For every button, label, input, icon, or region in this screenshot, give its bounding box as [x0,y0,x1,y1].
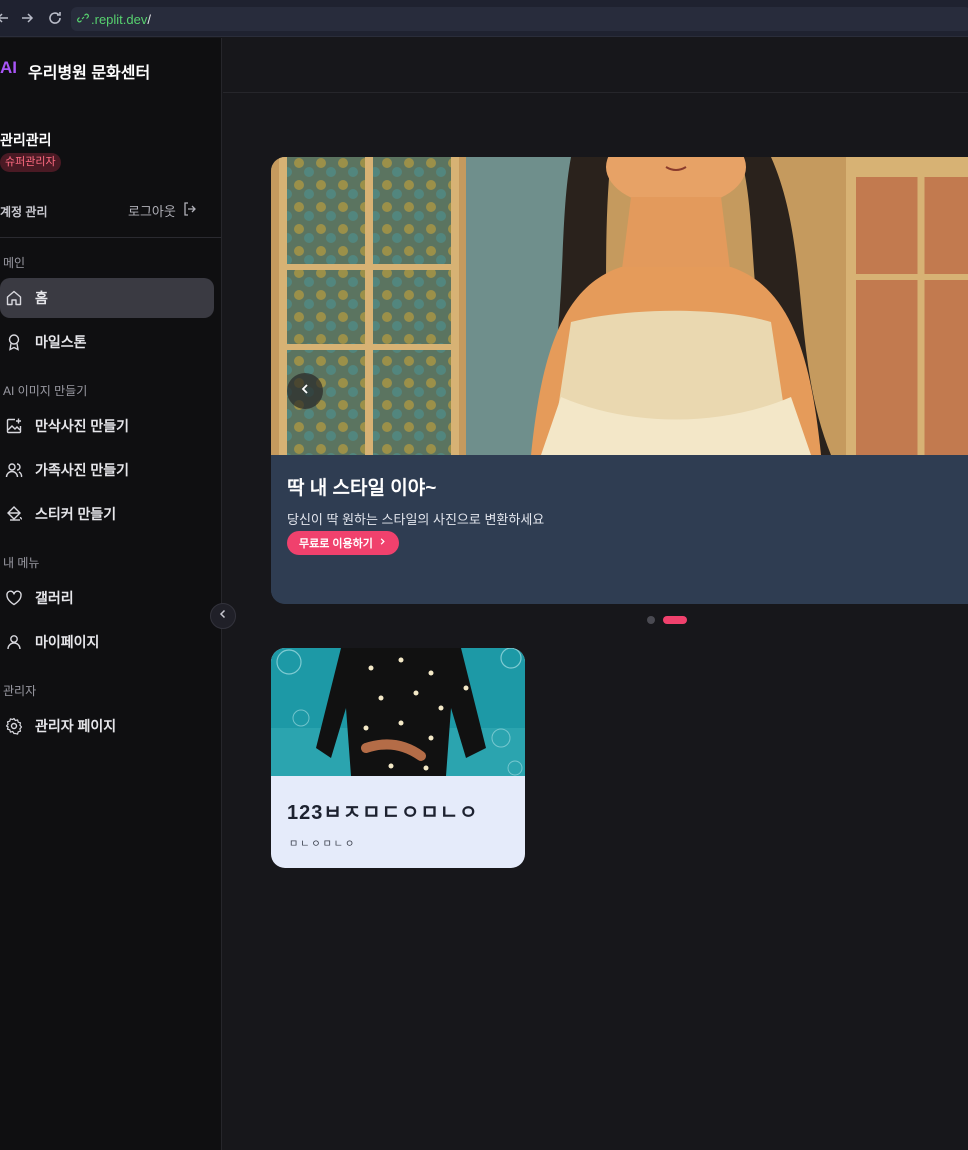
sidebar-item-milestone[interactable]: 마일스톤 [0,322,214,362]
carousel-dot-active[interactable] [663,616,687,624]
award-icon [4,332,24,352]
section-label-main: 메인 [3,256,26,270]
url-host: .replit.dev [91,11,148,27]
sidebar-item-label: 갤러리 [35,590,74,606]
carousel-indicators [647,616,687,624]
user-name: 관리관리 [0,132,52,148]
heart-icon [4,588,24,608]
card-title: 123ㅂㅈㅁㄷㅇㅁㄴㅇ [287,802,479,824]
logout-button[interactable]: 로그아웃 [128,201,198,220]
section-label-admin: 관리자 [3,684,37,698]
hero-banner[interactable]: 딱 내 스타일 이야~ 당신이 딱 원하는 스타일의 사진으로 변환하세요 무료… [271,157,968,604]
sidebar-item-label: 스티커 만들기 [35,506,117,522]
sidebar: AI 우리병원 문화센터 관리관리 슈퍼관리자 계정 관리 로그아웃 메인 홈 … [0,38,222,1150]
banner-caption: 딱 내 스타일 이야~ 당신이 딱 원하는 스타일의 사진으로 변환하세요 무료… [271,455,968,604]
reload-icon[interactable] [46,9,64,27]
section-label-my-menu: 내 메뉴 [3,556,40,570]
account-settings-link[interactable]: 계정 관리 [0,203,48,220]
sidebar-item-home[interactable]: 홈 [0,278,214,318]
url-path: / [147,11,151,27]
banner-subtitle: 당신이 딱 원하는 스타일의 사진으로 변환하세요 [287,512,545,527]
sidebar-item-label: 가족사진 만들기 [35,462,130,478]
sidebar-item-maternity-photo[interactable]: 만삭사진 만들기 [0,406,214,446]
sidebar-item-label: 마일스톤 [35,334,87,350]
sidebar-item-mypage[interactable]: 마이페이지 [0,622,214,662]
sidebar-item-gallery[interactable]: 갤러리 [0,578,214,618]
section-label-ai: AI 이미지 만들기 [3,384,88,398]
content-card[interactable]: 123ㅂㅈㅁㄷㅇㅁㄴㅇ ㅁㄴㅇㅁㄴㅇ [271,648,525,868]
banner-illustration [271,157,968,455]
image-plus-icon [4,416,24,436]
forward-icon[interactable] [18,9,36,27]
settings-icon [4,716,24,736]
sidebar-item-admin-page[interactable]: 관리자 페이지 [0,706,214,746]
sidebar-item-label: 관리자 페이지 [35,718,117,734]
back-icon[interactable] [0,9,12,27]
card-thumbnail [271,648,525,776]
logout-icon [182,201,198,220]
logo-mark: AI [0,58,17,77]
user-icon [4,632,24,652]
address-bar[interactable]: .replit.dev / [71,7,968,31]
carousel-dot[interactable] [647,616,655,624]
sidebar-collapse-button[interactable] [210,603,236,629]
sidebar-item-label: 홈 [35,290,48,306]
sidebar-item-family-photo[interactable]: 가족사진 만들기 [0,450,214,490]
chevron-left-icon [217,607,229,625]
sidebar-divider [0,237,221,238]
sidebar-item-sticker[interactable]: 스티커 만들기 [0,494,214,534]
sidebar-item-label: 마이페이지 [35,634,100,650]
carousel-prev-button[interactable] [287,373,323,409]
cta-label: 무료로 이용하기 [299,538,373,550]
home-icon [4,288,24,308]
sidebar-item-label: 만삭사진 만들기 [35,418,130,434]
app-title[interactable]: 우리병원 문화센터 [28,59,150,83]
browser-toolbar: .replit.dev / [0,0,968,37]
chevron-right-icon [378,537,387,549]
link-icon [77,12,89,27]
free-trial-button[interactable]: 무료로 이용하기 [287,531,399,555]
logout-label: 로그아웃 [128,204,176,219]
role-badge: 슈퍼관리자 [0,153,61,172]
paint-bucket-icon [4,504,24,524]
top-header [223,38,968,93]
banner-title: 딱 내 스타일 이야~ [287,478,437,499]
chevron-left-icon [298,382,312,401]
card-description: ㅁㄴㅇㅁㄴㅇ [289,839,357,850]
users-icon [4,460,24,480]
